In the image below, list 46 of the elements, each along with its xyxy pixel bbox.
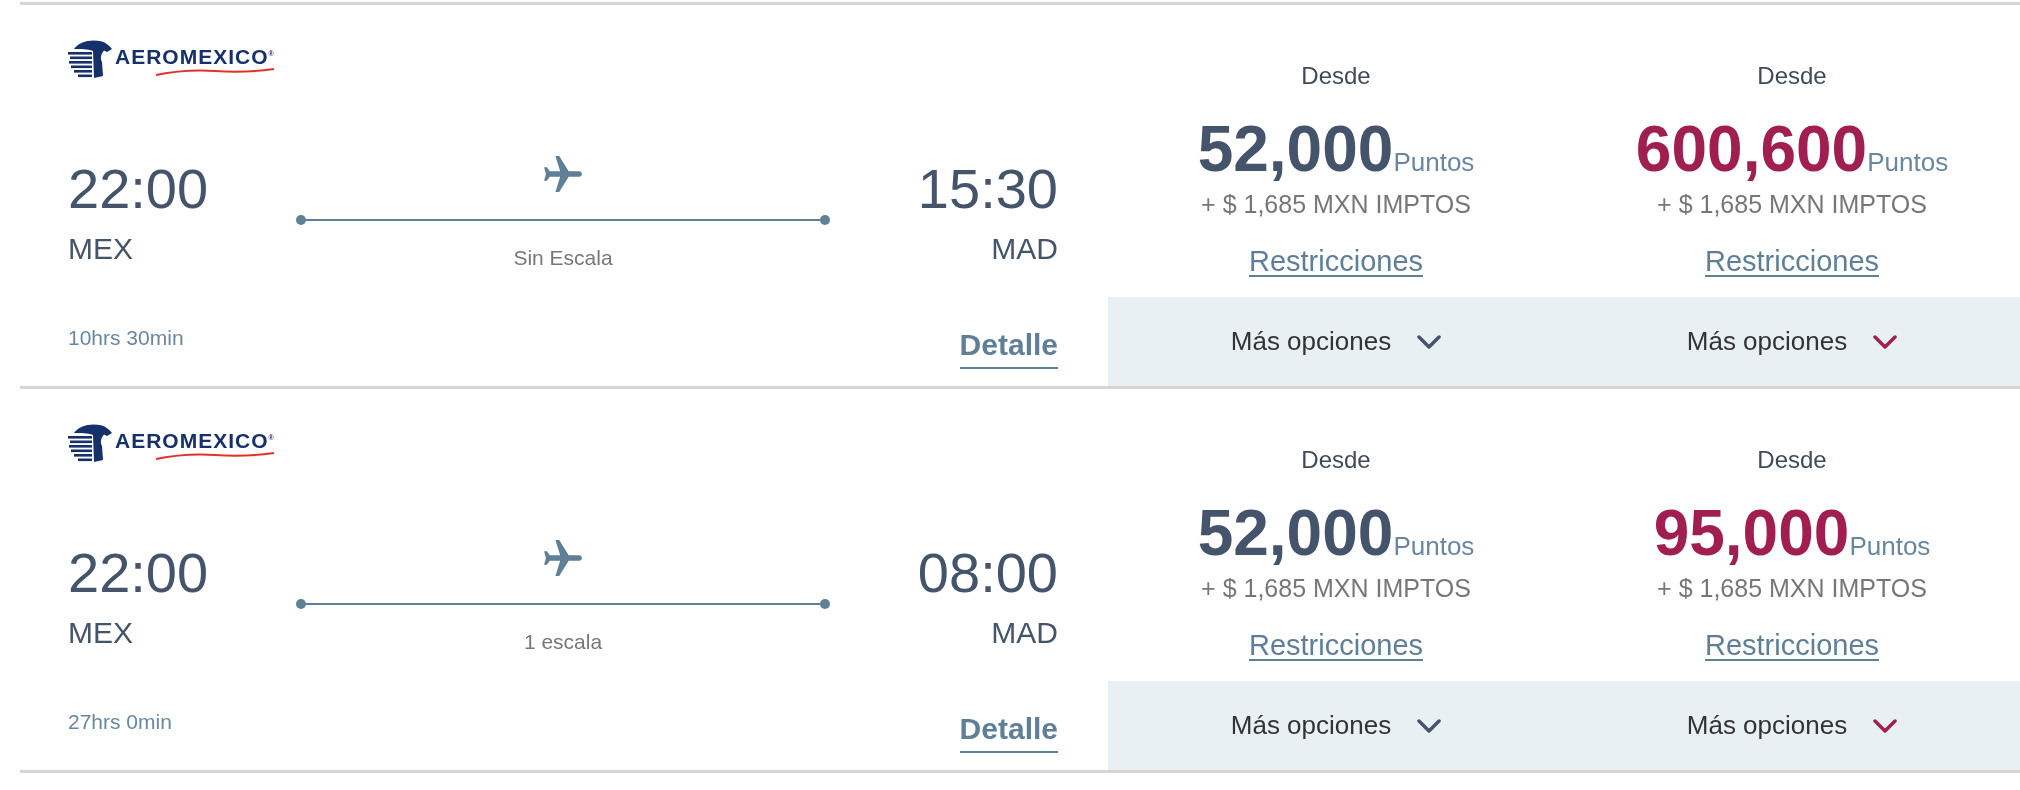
swoosh-icon bbox=[155, 451, 275, 460]
points-unit: Puntos bbox=[1393, 531, 1475, 561]
details-link[interactable]: Detalle bbox=[959, 711, 1058, 753]
points-price: 95,000 bbox=[1653, 497, 1850, 569]
arrival-airport: MAD bbox=[991, 616, 1058, 650]
points-price: 52,000 bbox=[1197, 497, 1394, 569]
arrival-airport: MAD bbox=[991, 232, 1058, 266]
airplane-icon bbox=[543, 540, 583, 576]
points-unit: Puntos bbox=[1867, 147, 1949, 177]
departure-airport: MEX bbox=[68, 232, 134, 266]
airline-wordmark: AEROMEXICO$^{®}$ bbox=[115, 427, 275, 452]
from-label: Desde bbox=[1757, 61, 1827, 91]
restrictions-link[interactable]: Restricciones bbox=[1248, 627, 1424, 663]
arrival-time: 15:30 bbox=[917, 159, 1058, 219]
eagle-head-icon bbox=[68, 39, 112, 79]
from-label: Desde bbox=[1301, 445, 1371, 475]
taxes-text: + $ 1,685 MXN IMPTOS bbox=[1201, 189, 1471, 219]
restrictions-link[interactable]: Restricciones bbox=[1704, 627, 1880, 663]
taxes-text: + $ 1,685 MXN IMPTOS bbox=[1657, 189, 1927, 219]
from-label: Desde bbox=[1301, 61, 1371, 91]
more-options-button[interactable]: Más opciones bbox=[1108, 681, 1564, 770]
points-price: 600,600 bbox=[1635, 113, 1868, 185]
eagle-head-icon bbox=[68, 423, 112, 463]
restrictions-link[interactable]: Restricciones bbox=[1704, 243, 1880, 279]
from-label: Desde bbox=[1757, 445, 1827, 475]
swoosh-icon bbox=[155, 67, 275, 76]
points-unit: Puntos bbox=[1393, 147, 1475, 177]
airline-wordmark: AEROMEXICO$^{®}$ bbox=[115, 43, 275, 68]
details-link[interactable]: Detalle bbox=[959, 327, 1058, 369]
points-unit: Puntos bbox=[1849, 531, 1931, 561]
arrival-time: 08:00 bbox=[917, 543, 1058, 603]
departure-time: 22:00 bbox=[68, 543, 209, 603]
taxes-text: + $ 1,685 MXN IMPTOS bbox=[1201, 573, 1471, 603]
stops-label: 1 escala bbox=[523, 629, 603, 655]
departure-airport: MEX bbox=[68, 616, 134, 650]
departure-time: 22:00 bbox=[68, 159, 209, 219]
more-options-button[interactable]: Más opciones bbox=[1564, 681, 2020, 770]
flight-duration: 10hrs 30min bbox=[68, 325, 184, 351]
restrictions-link[interactable]: Restricciones bbox=[1248, 243, 1424, 279]
airplane-icon bbox=[543, 156, 583, 192]
taxes-text: + $ 1,685 MXN IMPTOS bbox=[1657, 573, 1927, 603]
more-options-button[interactable]: Más opciones bbox=[1564, 297, 2020, 386]
flight-duration: 27hrs 0min bbox=[68, 709, 172, 735]
points-price: 52,000 bbox=[1197, 113, 1394, 185]
more-options-button[interactable]: Más opciones bbox=[1108, 297, 1564, 386]
stops-label: Sin Escala bbox=[513, 245, 613, 271]
